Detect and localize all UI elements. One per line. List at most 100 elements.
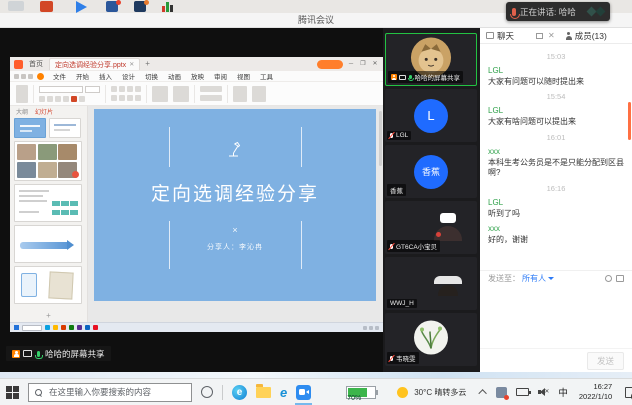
wps-menu-tools[interactable]: 工具 <box>255 71 278 81</box>
wps-menu-review[interactable]: 审阅 <box>209 71 232 81</box>
ribbon-align-right-button[interactable] <box>127 86 133 92</box>
participant-tile[interactable]: 韦晓雯 <box>385 313 477 366</box>
presenter-app-icon[interactable] <box>85 325 90 330</box>
panel-tab-outline[interactable]: 大纲 <box>16 107 28 116</box>
participant-tile[interactable]: 香蕉 香蕉 <box>385 145 477 198</box>
participant-tile[interactable]: GT6CA小宝贝 <box>385 201 477 254</box>
ribbon-layout-button[interactable] <box>200 95 222 101</box>
ribbon-shapes-button[interactable] <box>152 86 168 102</box>
battery-icon[interactable] <box>516 388 529 396</box>
speaking-banner[interactable]: 正在讲话: 哈哈 <box>506 2 610 21</box>
ribbon-bullets-button[interactable] <box>111 95 117 101</box>
tray-expand-icon[interactable] <box>479 389 487 397</box>
ribbon-find-button[interactable] <box>233 86 247 102</box>
wps-document-tab[interactable]: 定向选调经验分享.pptx <box>49 58 140 70</box>
ribbon-justify-button[interactable] <box>135 86 141 92</box>
slide-thumbnail[interactable] <box>14 118 46 138</box>
presenter-search-box[interactable] <box>22 325 42 331</box>
wps-menu-design[interactable]: 设计 <box>117 71 140 81</box>
participant-tile[interactable]: WWJ_H <box>385 257 477 310</box>
recycle-bin-icon[interactable] <box>8 1 24 11</box>
chat-input-area[interactable] <box>480 286 632 348</box>
presenter-app-icon[interactable] <box>61 325 66 330</box>
word-icon[interactable] <box>106 1 118 12</box>
ribbon-spacing-button[interactable] <box>135 95 141 101</box>
wps-menu-view[interactable]: 视图 <box>232 71 255 81</box>
wps-home-tab[interactable]: 首页 <box>26 59 46 69</box>
wps-quick-redo-icon[interactable] <box>28 74 33 79</box>
notification-center-icon[interactable]: 1 <box>625 387 632 398</box>
ribbon-fontsize-select[interactable] <box>85 86 100 93</box>
send-to-select[interactable]: 所有人 <box>522 273 546 284</box>
wps-menu-animation[interactable]: 动画 <box>163 71 186 81</box>
ribbon-underline-button[interactable] <box>55 96 61 102</box>
slide-thumbnail[interactable] <box>14 225 82 263</box>
presenter-app-icon[interactable] <box>93 325 98 330</box>
ribbon-newslide-button[interactable] <box>200 86 222 92</box>
wps-quick-save-icon[interactable] <box>14 74 19 79</box>
ribbon-fontcolor-button[interactable] <box>71 96 77 102</box>
popout-icon[interactable] <box>536 33 543 39</box>
presenter-app-icon[interactable] <box>77 325 82 330</box>
wps-member-pill-button[interactable] <box>317 60 343 69</box>
internet-explorer-icon[interactable] <box>280 386 287 399</box>
ribbon-picture-button[interactable] <box>173 86 189 102</box>
chat-scrollbar[interactable] <box>628 102 631 140</box>
wps-menu-slideshow[interactable]: 放映 <box>186 71 209 81</box>
participant-tile[interactable]: L LGL <box>385 89 477 142</box>
presenter-app-icon[interactable] <box>53 325 58 330</box>
presenter-app-icon[interactable] <box>45 325 50 330</box>
add-slide-icon[interactable]: + <box>46 311 51 320</box>
powerpoint-icon[interactable] <box>40 1 53 12</box>
media-player-icon[interactable] <box>76 1 87 13</box>
image-icon[interactable] <box>616 275 624 282</box>
ribbon-highlight-button[interactable] <box>79 96 85 102</box>
send-button[interactable]: 发送 <box>587 352 624 370</box>
members-count-tab[interactable]: 成员(13) <box>575 30 607 42</box>
wps-record-indicator-icon[interactable] <box>37 73 44 80</box>
tab-close-icon[interactable] <box>129 62 134 68</box>
chart-app-icon[interactable] <box>162 1 173 12</box>
file-explorer-icon[interactable] <box>256 387 271 398</box>
participant-tile[interactable]: 哈哈的屏幕共享 <box>385 33 477 86</box>
wps-menu-transition[interactable]: 切换 <box>140 71 163 81</box>
search-input[interactable] <box>47 386 185 398</box>
current-slide[interactable]: 定向选调经验分享 × 分享人：李沁冉 <box>94 109 376 301</box>
slide-thumbnail[interactable] <box>49 118 81 138</box>
ribbon-italic-button[interactable] <box>47 96 53 102</box>
wps-maximize-button[interactable] <box>359 60 367 68</box>
chat-message-list[interactable]: 15:03 LGL 大家有问题可以随时提出来 15:54 LGL 大家有啥问题可… <box>480 44 632 270</box>
ribbon-bold-button[interactable] <box>39 96 45 102</box>
weather-sun-icon[interactable] <box>397 387 408 398</box>
slide-thumbnail[interactable] <box>14 141 82 181</box>
ribbon-align-center-button[interactable] <box>119 86 125 92</box>
ribbon-numbering-button[interactable] <box>119 95 125 101</box>
cortana-icon[interactable] <box>201 386 213 398</box>
presenter-app-icon[interactable] <box>69 325 74 330</box>
wps-close-button[interactable] <box>371 60 379 68</box>
tencent-meeting-taskbar-icon[interactable] <box>296 385 311 400</box>
close-icon[interactable] <box>548 32 555 40</box>
new-tab-icon[interactable] <box>145 60 150 68</box>
wps-menu-file[interactable]: 文件 <box>48 71 71 81</box>
wps-menu-home[interactable]: 开始 <box>71 71 94 81</box>
slide-thumbnail[interactable] <box>14 266 82 304</box>
wps-menu-insert[interactable]: 插入 <box>94 71 117 81</box>
taskbar-clock[interactable]: 16:27 2022/1/10 <box>579 382 612 402</box>
ribbon-strike-button[interactable] <box>63 96 69 102</box>
ribbon-indent-button[interactable] <box>127 95 133 101</box>
wps-quick-undo-icon[interactable] <box>21 74 26 79</box>
start-button[interactable] <box>6 386 19 399</box>
edge-icon[interactable] <box>232 385 247 400</box>
taskbar-search[interactable] <box>28 383 192 402</box>
app-icon[interactable] <box>134 1 146 12</box>
wps-minimize-button[interactable] <box>347 60 355 68</box>
ime-indicator[interactable]: 中 <box>558 385 568 399</box>
ribbon-align-left-button[interactable] <box>111 86 117 92</box>
ribbon-notes-button[interactable] <box>252 86 266 102</box>
tray-app-icon[interactable] <box>496 387 507 398</box>
weather-text[interactable]: 30°C 晴转多云 <box>414 387 466 398</box>
speaker-muted-icon[interactable] <box>538 388 549 397</box>
ribbon-paste-button[interactable] <box>16 85 28 103</box>
ribbon-font-select[interactable] <box>39 86 83 93</box>
